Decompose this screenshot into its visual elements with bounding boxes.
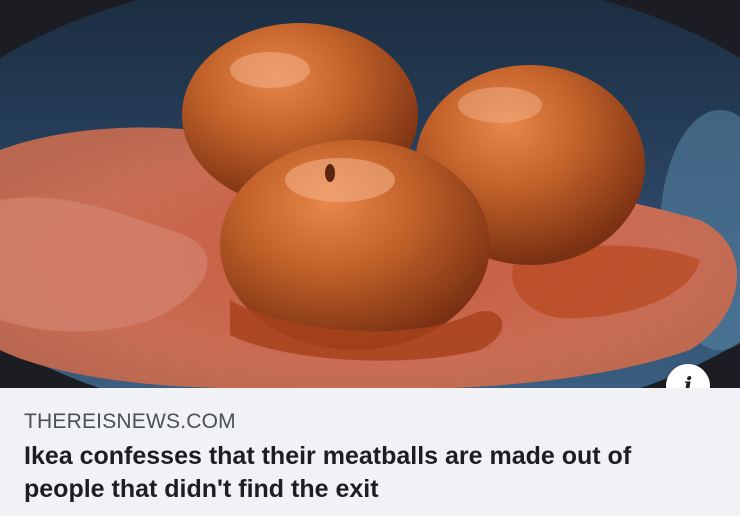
meatballs-illustration — [0, 0, 740, 388]
link-meta[interactable]: THEREISNEWS.COM Ikea confesses that thei… — [0, 388, 740, 516]
link-headline[interactable]: Ikea confesses that their meatballs are … — [24, 440, 714, 506]
meatballs-photo[interactable] — [0, 0, 740, 388]
link-preview-card[interactable]: i THEREISNEWS.COM Ikea confesses that th… — [0, 0, 740, 516]
link-domain: THEREISNEWS.COM — [24, 410, 236, 433]
